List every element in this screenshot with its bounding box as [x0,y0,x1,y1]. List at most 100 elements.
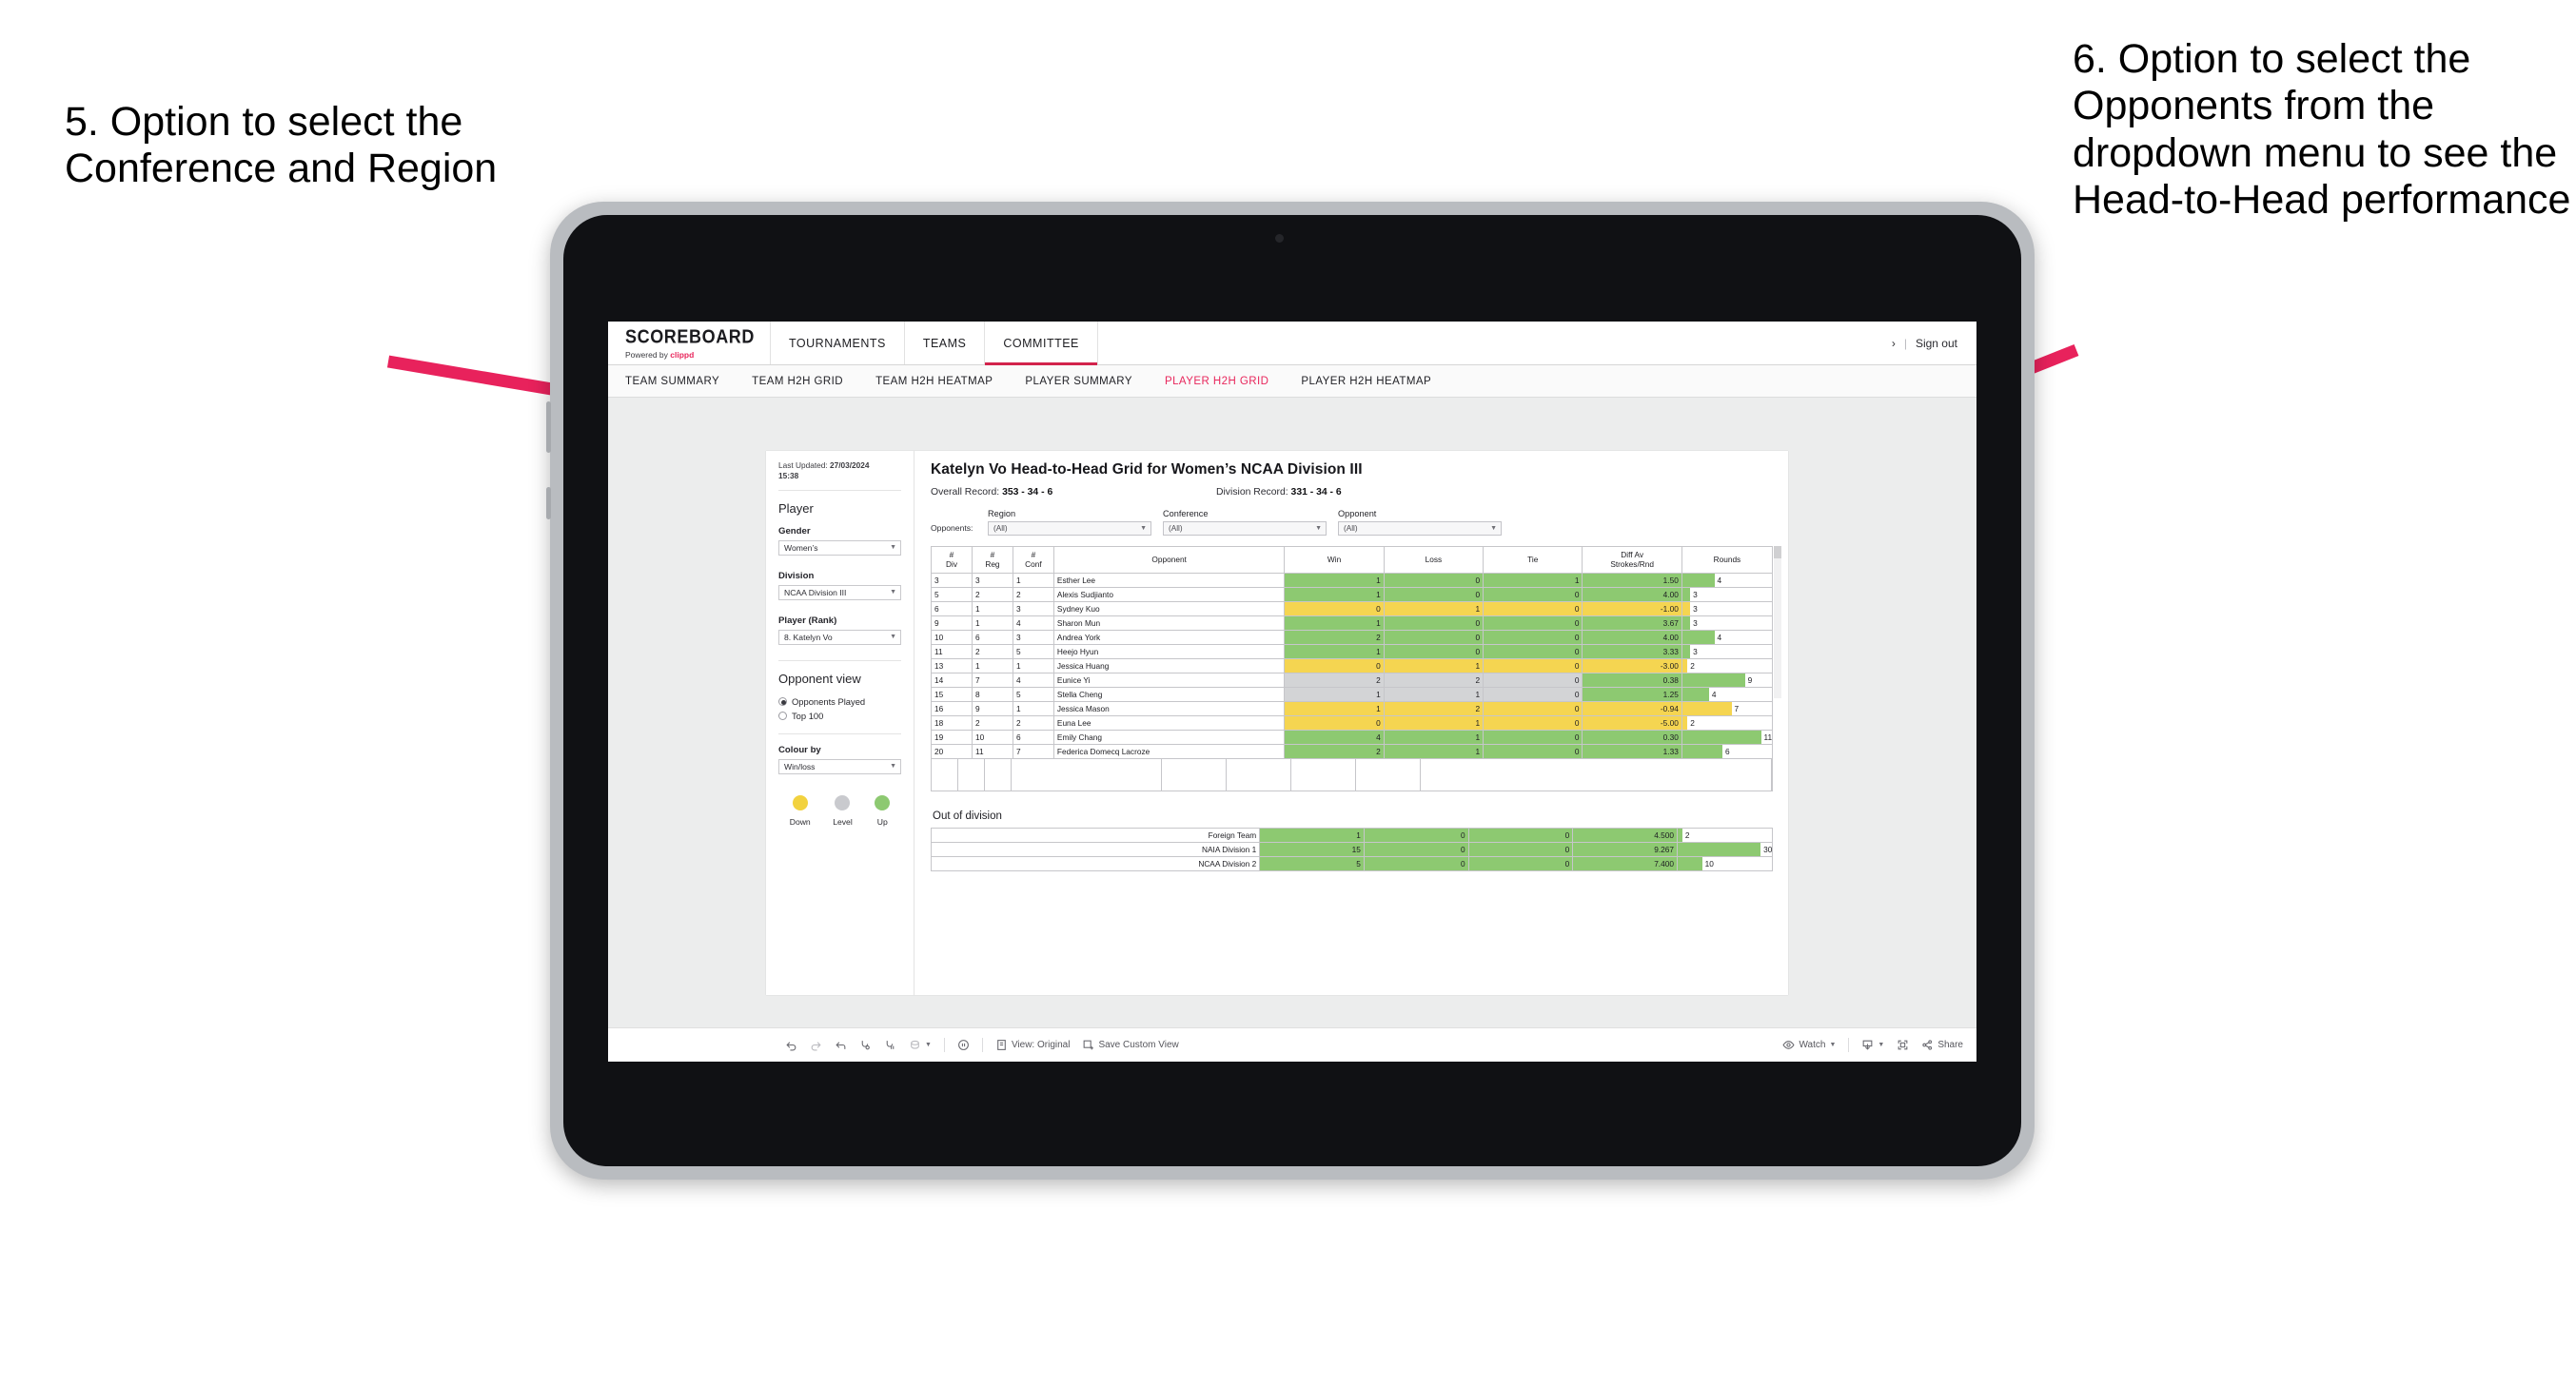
region-filter-select[interactable]: (All) ▼ [988,521,1151,536]
subnav-item-player-h2h-grid[interactable]: PLAYER H2H GRID [1165,376,1268,387]
cell-ood-win: 1 [1259,828,1365,843]
cell-loss: 1 [1383,658,1485,673]
table-row[interactable]: 14 7 4 Eunice Yi 2 2 0 0.38 9 [931,673,1774,688]
opponent-view-title: Opponent view [778,671,861,686]
radio-opponents-played-label: Opponents Played [792,695,866,707]
cell-opponent: Sydney Kuo [1052,601,1286,616]
table-row[interactable]: 11 2 5 Heejo Hyun 1 0 0 3.33 3 [931,644,1774,659]
redo-icon[interactable] [810,1039,822,1051]
table-row[interactable]: 10 6 3 Andrea York 2 0 0 4.00 4 [931,630,1774,645]
pause-icon[interactable] [957,1039,970,1051]
subnav-item-player-summary[interactable]: PLAYER SUMMARY [1025,376,1132,387]
download-button[interactable]: ▼ [1861,1039,1884,1051]
brand-title: SCOREBOARD [625,325,756,347]
conference-filter-select[interactable]: (All) ▼ [1163,521,1327,536]
cell-reg: 1 [971,601,1013,616]
col-diff-l2: Strokes/Rnd [1610,558,1654,569]
records-row: Overall Record: 353 - 34 - 6 Division Re… [931,487,1773,498]
subnav-item-team-summary[interactable]: TEAM SUMMARY [625,376,719,387]
gender-value: Women’s [784,542,818,553]
table-row[interactable]: 5 2 2 Alexis Sudjianto 1 0 0 4.00 3 [931,587,1774,602]
out-of-division-row[interactable]: NCAA Division 2 5 0 0 7.400 10 [930,856,1774,871]
share-button[interactable]: Share [1921,1039,1976,1051]
cell-reg: 6 [971,630,1013,645]
cell-conf: 3 [1012,630,1054,645]
rounds-value: 3 [1693,590,1698,599]
sidebar-divider-3 [778,732,901,734]
radio-top-100[interactable]: Top 100 [778,711,901,721]
cell-win: 0 [1284,658,1385,673]
cell-rounds: 6 [1681,744,1774,759]
cell-loss: 0 [1383,587,1485,602]
subnav-item-team-h2h-heatmap[interactable]: TEAM H2H HEATMAP [875,376,993,387]
grid-scrollbar-track[interactable] [1774,546,1781,698]
undo-icon[interactable] [785,1039,797,1051]
revert-icon[interactable] [835,1039,847,1051]
legend-item-down: Down [790,794,811,827]
table-row[interactable]: 3 3 1 Esther Lee 1 0 1 1.50 4 [931,573,1774,588]
radio-opponents-played[interactable]: Opponents Played [778,696,901,707]
cell-rounds: 3 [1681,644,1774,659]
save-custom-view-button[interactable]: Save Custom View [1082,1039,1179,1051]
cell-ood-rounds: 2 [1676,828,1774,843]
cell-div: 11 [931,644,973,659]
cell-conf: 5 [1012,644,1054,659]
cell-rounds: 3 [1681,615,1774,631]
table-row[interactable]: 9 1 4 Sharon Mun 1 0 0 3.67 3 [931,615,1774,631]
brand-tagline: Powered by clippd [625,350,755,360]
radio-icon [778,711,787,720]
cell-conf: 3 [1012,601,1054,616]
top-nav-item-teams[interactable]: TEAMS [905,322,986,364]
toolbar-separator-1 [943,1038,945,1052]
col-conf-l2: Conf [1025,558,1042,569]
toolbar-separator-2 [981,1038,983,1052]
player-rank-select[interactable]: 8. Katelyn Vo ▼ [778,629,901,645]
subnav-item-team-h2h-grid[interactable]: TEAM H2H GRID [752,376,843,387]
watch-button[interactable]: Watch ▼ [1782,1039,1836,1051]
grid-scrollbar-thumb[interactable] [1774,546,1781,558]
cell-tie: 0 [1483,658,1583,673]
cell-opponent: Sharon Mun [1052,615,1286,631]
table-row[interactable]: 15 8 5 Stella Cheng 1 1 0 1.25 4 [931,687,1774,702]
cell-rounds: 7 [1681,701,1774,716]
sidebar-divider-1 [778,489,901,491]
pause-refresh-icon[interactable] [884,1039,896,1051]
cell-diff: 0.30 [1582,730,1682,745]
data-source-icon[interactable]: ▼ [909,1039,932,1051]
cell-tie: 0 [1483,701,1583,716]
top-nav-item-tournaments[interactable]: TOURNAMENTS [771,322,905,364]
opponent-filter: Opponent (All) ▼ [1338,509,1502,536]
top-nav: TOURNAMENTS TEAMS COMMITTEE [771,322,1098,365]
division-select[interactable]: NCAA Division III ▼ [778,584,901,600]
gender-label: Gender [778,525,811,537]
table-row[interactable]: 13 1 1 Jessica Huang 0 1 0 -3.00 2 [931,658,1774,673]
out-of-division-row[interactable]: NAIA Division 1 15 0 0 9.267 30 [930,842,1774,857]
table-header-row: # Div # Reg # Conf Opponent Win Loss Tie Di… [931,546,1774,574]
opponent-filter-select[interactable]: (All) ▼ [1338,521,1502,536]
table-row[interactable]: 6 1 3 Sydney Kuo 0 1 0 -1.00 3 [931,601,1774,616]
top-nav-item-committee[interactable]: COMMITTEE [985,322,1098,365]
cell-diff: 1.33 [1582,744,1682,759]
sign-out-link[interactable]: Sign out [1916,337,1957,350]
brand-logo[interactable]: SCOREBOARD Powered by clippd [608,322,772,364]
cell-div: 10 [931,630,973,645]
cell-rounds: 3 [1681,587,1774,602]
table-row[interactable]: 16 9 1 Jessica Mason 1 2 0 -0.94 7 [931,701,1774,716]
table-row[interactable]: 18 2 2 Euna Lee 0 1 0 -5.00 2 [931,715,1774,731]
account-chevron-icon[interactable]: › [1892,337,1896,350]
col-reg: # Reg [971,546,1013,574]
colour-by-select[interactable]: Win/loss ▼ [778,758,901,774]
share-label: Share [1937,1040,1963,1050]
fullscreen-button[interactable] [1897,1039,1909,1051]
gender-select[interactable]: Women’s ▼ [778,539,901,556]
view-original-button[interactable]: View: Original [995,1039,1070,1051]
cell-reg: 8 [971,687,1013,702]
cell-conf: 1 [1012,573,1054,588]
table-row[interactable]: 20 11 7 Federica Domecq Lacroze 2 1 0 1.33 6 [931,744,1774,759]
table-row[interactable]: 19 10 6 Emily Chang 4 1 0 0.30 11 [931,730,1774,745]
opponent-filter-value: (All) [1344,524,1358,533]
out-of-division-row[interactable]: Foreign Team 1 0 0 4.500 2 [930,828,1774,843]
subnav-item-player-h2h-heatmap[interactable]: PLAYER H2H HEATMAP [1301,376,1431,387]
refresh-icon[interactable] [859,1039,872,1051]
cell-tie: 0 [1483,744,1583,759]
